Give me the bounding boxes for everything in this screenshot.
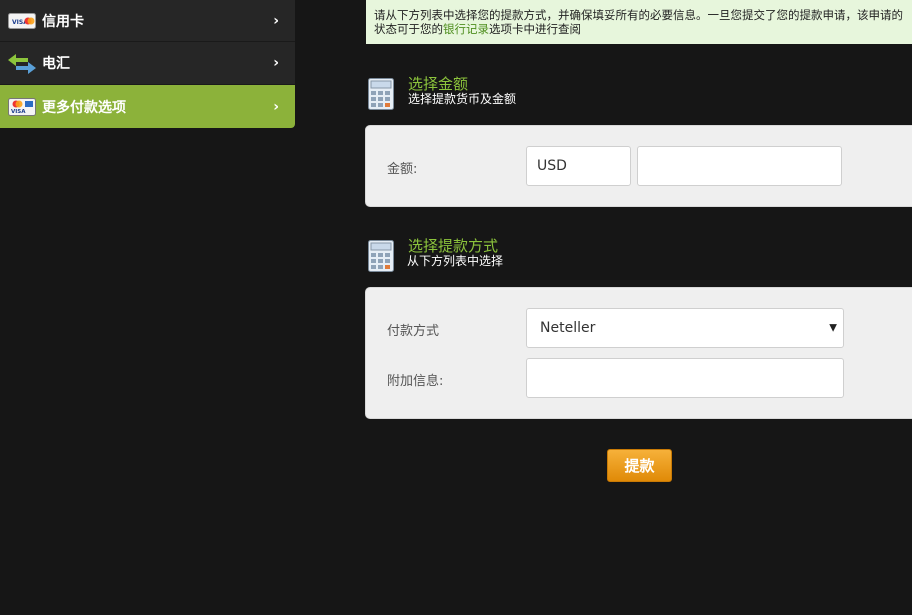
dropdown-caret-icon: ▼ <box>829 322 837 334</box>
amount-input[interactable] <box>637 146 842 186</box>
chevron-right-icon: › <box>273 98 279 115</box>
payment-method-value: Neteller <box>540 320 596 336</box>
sidebar-item-more-payment-options[interactable]: VISA 更多付款选项 › <box>0 85 295 128</box>
credit-card-icon: VISA <box>8 11 36 31</box>
transfer-arrows-icon <box>8 53 36 74</box>
extra-info-input[interactable] <box>526 358 844 398</box>
sidebar-item-label: 信用卡 <box>42 13 84 30</box>
instruction-notice: 请从下方列表中选择您的提款方式，并确保填妥所有的必要信息。一旦您提交了您的提款申… <box>366 0 912 44</box>
chevron-right-icon: › <box>273 55 279 71</box>
chevron-right-icon: › <box>273 12 279 29</box>
notice-text-end: 选项卡中进行查阅 <box>489 22 581 36</box>
calculator-icon <box>368 78 394 110</box>
sidebar-item-label: 电汇 <box>42 56 70 72</box>
method-section-subtitle: 从下方列表中选择 <box>407 254 504 268</box>
svg-text:VISA: VISA <box>11 109 26 115</box>
withdraw-button[interactable]: 提款 <box>607 449 672 482</box>
bank-records-link[interactable]: 银行记录 <box>443 22 489 36</box>
currency-field[interactable]: USD <box>526 146 631 186</box>
amount-label: 金额: <box>387 162 418 177</box>
sidebar: VISA 信用卡 › 电汇 › VISA 更多付款选项 › <box>0 0 295 128</box>
extra-info-label: 附加信息: <box>387 374 444 389</box>
cards-icon: VISA <box>8 97 36 117</box>
payment-method-select[interactable]: Neteller ▼ <box>526 308 844 348</box>
method-panel: 付款方式 Neteller ▼ 附加信息: <box>365 287 912 419</box>
amount-section-subtitle: 选择提款货币及金额 <box>408 92 517 106</box>
amount-panel: 金额: USD <box>365 125 912 207</box>
sidebar-item-label: 更多付款选项 <box>42 99 126 116</box>
sidebar-item-credit-card[interactable]: VISA 信用卡 › <box>0 0 295 42</box>
calculator-icon <box>368 240 394 272</box>
sidebar-item-wire-transfer[interactable]: 电汇 › <box>0 42 295 85</box>
payment-method-label: 付款方式 <box>387 324 440 339</box>
